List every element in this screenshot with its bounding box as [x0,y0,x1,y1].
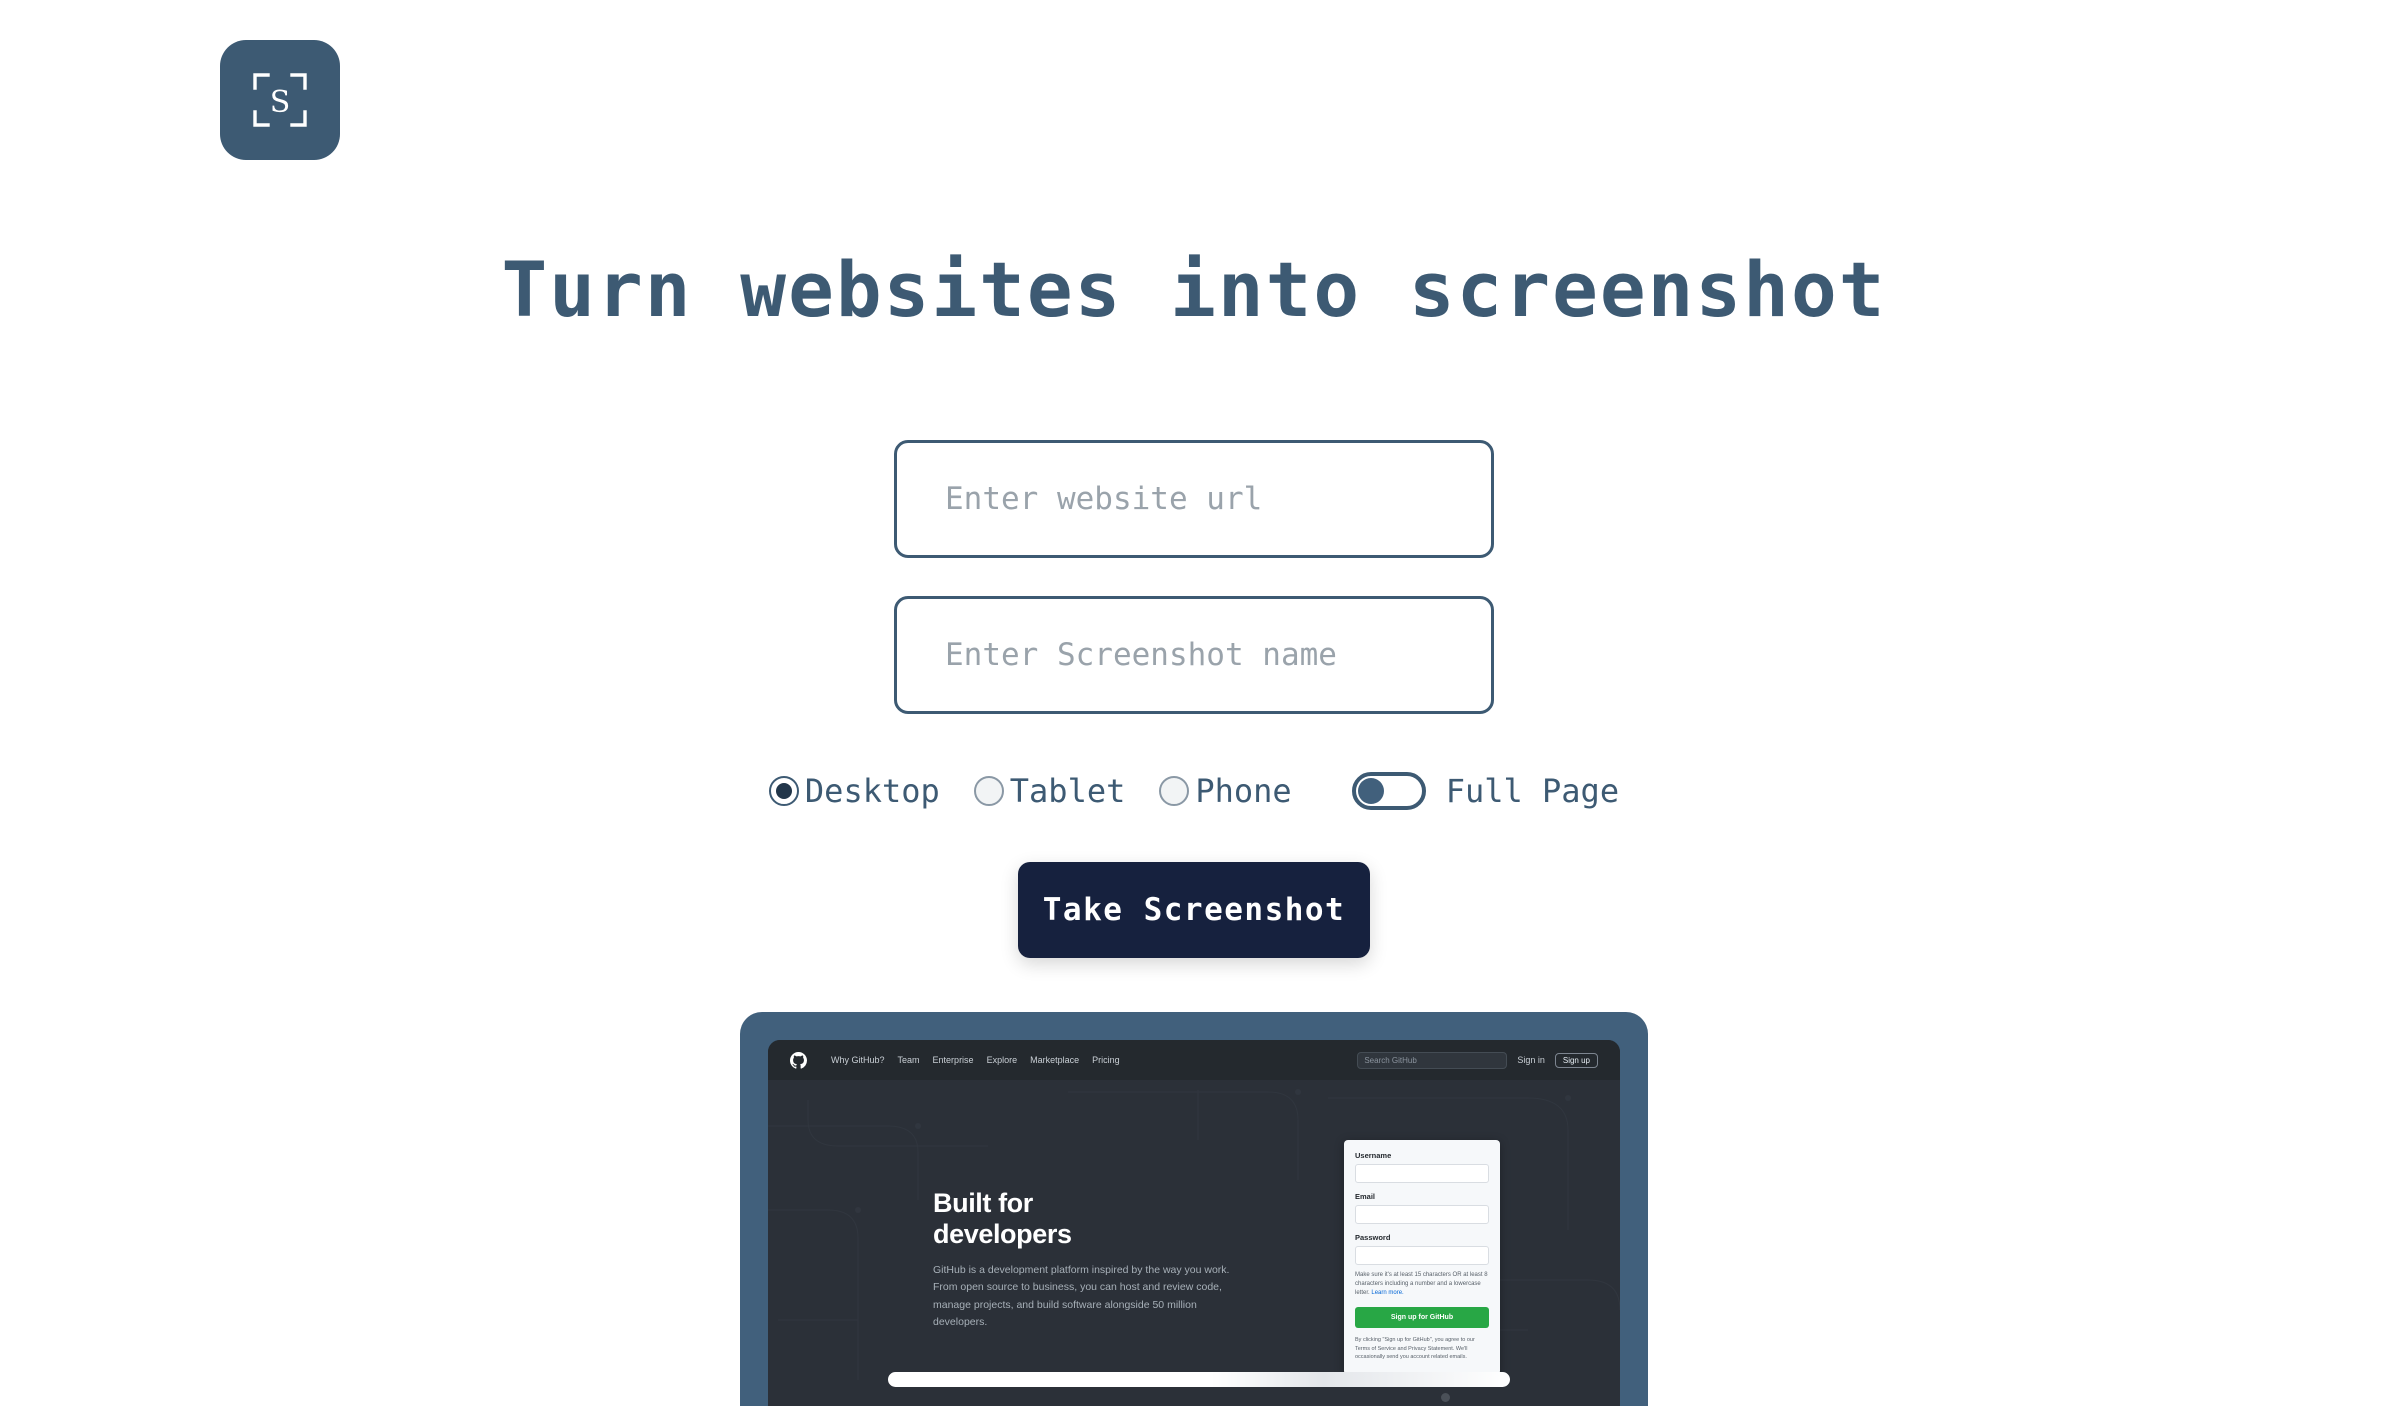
website-url-input[interactable] [894,440,1494,558]
preview-hero-text-block: Built for developers GitHub is a develop… [933,1188,1233,1331]
preview-hero-title-line2: developers [933,1218,1072,1249]
nav-link-pricing[interactable]: Pricing [1092,1055,1120,1065]
toggle-knob [1357,778,1384,804]
page-title: Turn websites into screenshot [501,245,1887,334]
screenshot-name-input[interactable] [894,596,1494,714]
preview-password-label: Password [1355,1233,1391,1242]
preview-site-hero: Built for developers GitHub is a develop… [768,1080,1620,1406]
full-page-toggle[interactable] [1351,772,1426,810]
nav-link-team[interactable]: Team [898,1055,920,1065]
radio-tablet-icon[interactable] [973,776,1004,806]
preview-nav-links: Why GitHub? Team Enterprise Explore Mark… [831,1055,1120,1065]
nav-link-why-github[interactable]: Why GitHub? [831,1055,885,1065]
screenshot-capture-logo-icon: S [253,73,307,127]
preview-hero-body: GitHub is a development platform inspire… [933,1264,1230,1328]
preview-password-help: Make sure it's at least 15 characters OR… [1355,1271,1489,1298]
preview-sign-in-link[interactable]: Sign in [1517,1055,1545,1065]
radio-dot [775,783,792,799]
radio-phone-icon[interactable] [1159,776,1190,806]
nav-link-enterprise[interactable]: Enterprise [933,1055,974,1065]
full-page-toggle-label: Full Page [1445,772,1620,810]
device-option-tablet[interactable]: Tablet [973,772,1126,810]
preview-hero-title: Built for developers [933,1188,1233,1249]
full-page-toggle-group[interactable]: Full Page [1351,772,1620,810]
take-screenshot-button[interactable]: Take Screenshot [1018,862,1370,958]
preview-terms-text: By clicking "Sign up for GitHub", you ag… [1355,1337,1475,1361]
device-option-tablet-label: Tablet [1009,772,1126,810]
preview-horizontal-scrollbar[interactable] [888,1372,1510,1387]
preview-hero-title-line1: Built for [933,1188,1033,1218]
preview-password-input[interactable] [1355,1246,1489,1265]
preview-username-input[interactable] [1355,1164,1489,1183]
preview-search-placeholder: Search GitHub [1364,1055,1417,1065]
preview-email-label: Email [1355,1192,1376,1201]
preview-signup-submit-button[interactable]: Sign up for GitHub [1355,1307,1489,1328]
device-option-phone[interactable]: Phone [1159,772,1292,810]
preview-signup-card: Username Email Password Make sure it's a… [1344,1140,1500,1375]
preview-sign-up-button[interactable]: Sign up [1554,1052,1598,1068]
svg-text:S: S [270,85,291,120]
nav-link-explore[interactable]: Explore [987,1055,1018,1065]
preview-password-help-link[interactable]: Learn more. [1371,1290,1403,1296]
device-option-phone-label: Phone [1195,772,1292,810]
preview-email-input[interactable] [1355,1205,1489,1224]
preview-site-navbar: Why GitHub? Team Enterprise Explore Mark… [768,1040,1620,1080]
preview-username-label: Username [1355,1151,1392,1160]
preview-scroll-indicator-dot [1441,1393,1450,1402]
logo-box: S [220,40,340,160]
options-row: Desktop Tablet Phone Full Page [768,772,1620,810]
screenshot-form: Desktop Tablet Phone Full Page Take Scre… [0,440,2388,958]
device-option-desktop[interactable]: Desktop [768,772,940,810]
github-octocat-icon [790,1051,807,1069]
device-preview-frame: Why GitHub? Team Enterprise Explore Mark… [740,1012,1648,1406]
preview-search-input[interactable]: Search GitHub [1357,1051,1508,1069]
preview-nav-right: Search GitHub Sign in Sign up [1357,1051,1598,1069]
app-logo[interactable]: S [220,40,340,160]
device-option-desktop-label: Desktop [804,772,940,810]
device-screen: Why GitHub? Team Enterprise Explore Mark… [768,1040,1620,1406]
radio-desktop-icon[interactable] [768,776,799,806]
nav-link-marketplace[interactable]: Marketplace [1030,1055,1079,1065]
